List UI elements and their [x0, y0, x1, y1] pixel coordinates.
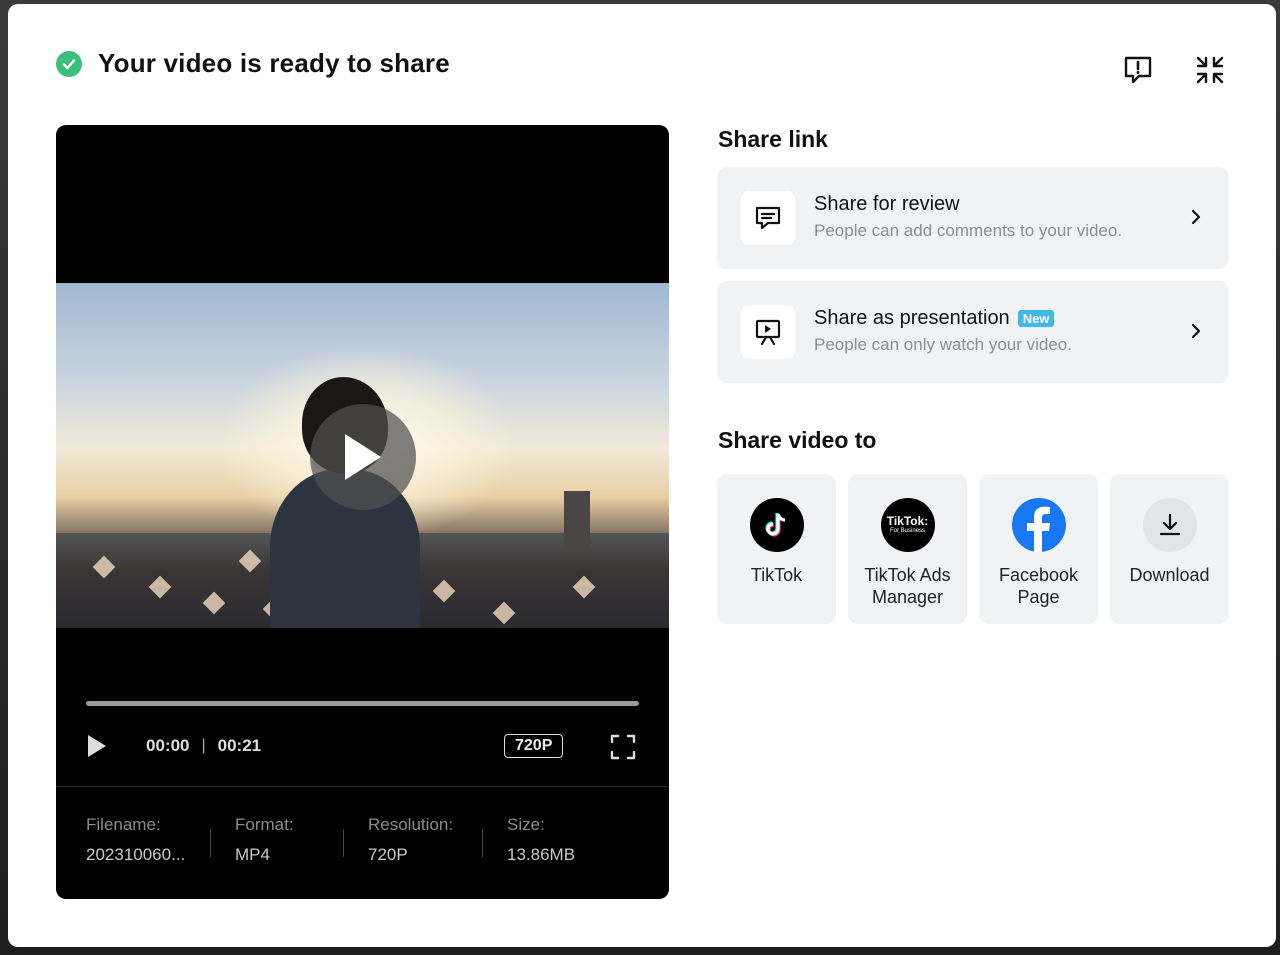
fullscreen-button[interactable]	[610, 734, 636, 760]
minimize-button[interactable]	[1190, 50, 1230, 90]
progress-bar[interactable]	[86, 701, 639, 706]
tiktok-label: TikTok	[750, 565, 803, 585]
big-play-button[interactable]	[310, 404, 416, 510]
quality-button[interactable]: 720P	[504, 734, 564, 758]
resolution-label: Resolution:	[368, 815, 454, 834]
player-controls: 00:00 | 00:21 720P	[86, 731, 639, 761]
play-icon	[345, 434, 381, 480]
share-as-presentation-label: Share as presentation	[814, 307, 1010, 329]
format-info: Format: MP4	[235, 815, 319, 875]
check-circle-icon	[56, 50, 82, 77]
share-modal: Your video is ready to share 00:00 | 00:…	[8, 4, 1276, 947]
video-player[interactable]: 00:00 | 00:21 720P Filename: 202310060..…	[56, 125, 669, 899]
share-facebook-button[interactable]: Facebook Page	[979, 474, 1098, 624]
tiktok-business-logo-subtext: For Business	[889, 528, 925, 534]
page-title: Your video is ready to share	[98, 48, 450, 78]
play-icon	[88, 735, 106, 757]
facebook-icon	[1011, 498, 1066, 552]
modal-header: Your video is ready to share	[56, 48, 450, 79]
current-time: 00:00	[146, 736, 190, 755]
info-divider	[210, 829, 211, 857]
resolution-info: Resolution: 720P	[368, 815, 458, 875]
feedback-button[interactable]	[1118, 50, 1158, 90]
share-for-review-label: Share for review	[814, 193, 960, 215]
format-label: Format:	[235, 815, 294, 834]
player-divider	[56, 786, 669, 787]
feedback-icon	[1124, 56, 1152, 84]
share-video-heading: Share video to	[718, 427, 877, 453]
format-value: MP4	[235, 845, 270, 864]
share-link-heading: Share link	[718, 126, 828, 152]
time-separator: |	[201, 737, 206, 754]
file-info: Filename: 202310060... Format: MP4 Resol…	[86, 815, 639, 875]
tiktok-icon	[749, 498, 804, 552]
duration: 00:21	[217, 736, 262, 755]
chevron-right-icon	[1191, 209, 1201, 225]
share-tiktok-button[interactable]: TikTok	[717, 474, 836, 624]
share-tiktok-ads-button[interactable]: TikTok: For Business TikTok Ads Manager	[848, 474, 967, 624]
tiktok-business-icon: TikTok: For Business	[880, 498, 935, 552]
fullscreen-icon	[610, 734, 636, 760]
download-button[interactable]: Download	[1110, 474, 1229, 624]
collapse-icon	[1196, 56, 1224, 84]
size-info: Size: 13.86MB	[507, 815, 597, 875]
tiktok-business-logo-text: TikTok:	[886, 514, 929, 528]
filename-label: Filename:	[86, 815, 161, 834]
share-for-review-title: Share for review	[814, 193, 960, 216]
facebook-label: Facebook Page	[998, 565, 1079, 607]
share-as-presentation-description: People can only watch your video.	[814, 335, 1072, 354]
tiktok-ads-label: TikTok Ads Manager	[864, 565, 951, 607]
info-divider	[343, 829, 344, 857]
download-label: Download	[1129, 565, 1210, 585]
info-divider	[482, 829, 483, 857]
download-icon	[1142, 498, 1197, 552]
filename-value: 202310060...	[86, 845, 186, 864]
resolution-value: 720P	[368, 845, 408, 864]
share-as-presentation-card[interactable]: Share as presentation New People can onl…	[717, 281, 1229, 383]
chevron-right-icon	[1191, 323, 1201, 339]
play-button[interactable]	[86, 733, 112, 759]
comment-icon	[741, 191, 795, 245]
share-for-review-description: People can add comments to your video.	[814, 221, 1123, 240]
new-badge: New	[1017, 310, 1055, 327]
size-value: 13.86MB	[507, 845, 576, 864]
size-label: Size:	[507, 815, 545, 834]
video-tower	[564, 491, 590, 551]
filename-info: Filename: 202310060...	[86, 815, 186, 875]
share-for-review-card[interactable]: Share for review People can add comments…	[717, 167, 1229, 269]
presentation-icon	[741, 305, 795, 359]
share-as-presentation-title: Share as presentation New	[814, 307, 1055, 330]
